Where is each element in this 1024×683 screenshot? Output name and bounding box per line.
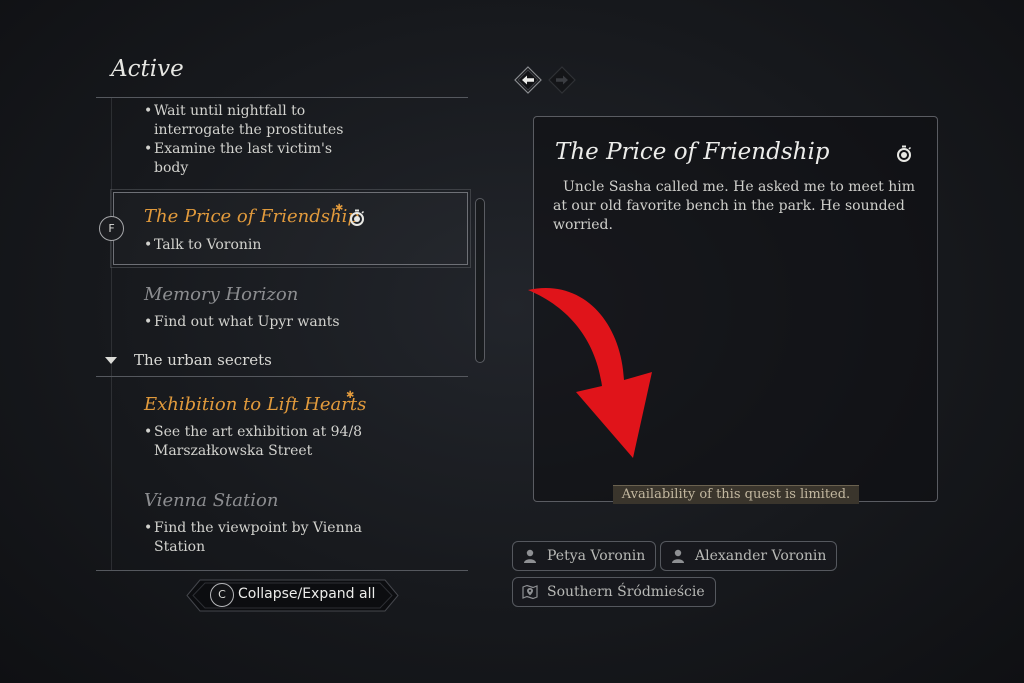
location-chip[interactable]: Southern Śródmieście — [512, 577, 716, 607]
objective-item: Wait until nightfall to interrogate the … — [144, 102, 364, 140]
red-curved-arrow-icon — [528, 287, 652, 458]
collapse-expand-label: Collapse/Expand all — [238, 586, 376, 602]
divider — [96, 376, 468, 377]
chip-label: Alexander Voronin — [695, 548, 827, 564]
track-key-hint: F — [99, 216, 124, 241]
collapse-key-hint: C — [210, 583, 234, 607]
category-header[interactable]: The urban secrets — [134, 351, 272, 369]
back-arrow-icon — [514, 66, 542, 94]
divider — [96, 97, 468, 98]
quest-title[interactable]: The Price of Friendship — [144, 206, 359, 227]
objective-item: Examine the last victim's body — [144, 140, 344, 178]
collapse-triangle-icon[interactable] — [105, 357, 117, 364]
map-pin-icon — [522, 584, 538, 600]
quest-title[interactable]: Memory Horizon — [144, 284, 298, 305]
collapse-expand-button[interactable]: C Collapse/Expand all — [186, 579, 399, 612]
character-chip-alexander[interactable]: Alexander Voronin — [660, 541, 838, 571]
chip-label: Southern Śródmieście — [547, 584, 705, 600]
person-icon — [524, 549, 536, 563]
divider — [111, 98, 112, 570]
timer-icon — [897, 145, 912, 162]
person-icon — [672, 549, 684, 563]
quest-list-title: Active — [111, 56, 184, 82]
forward-arrow-icon — [548, 66, 576, 94]
limited-availability-badge: Availability of this quest is limited. — [613, 485, 859, 504]
chip-label: Petya Voronin — [547, 548, 646, 564]
detail-title: The Price of Friendship — [555, 139, 830, 165]
nav-back-button[interactable] — [514, 66, 542, 94]
divider — [96, 570, 468, 571]
timer-icon — [350, 209, 365, 226]
new-quest-star-icon: ✱ — [335, 203, 344, 214]
scrollbar[interactable] — [475, 198, 485, 363]
objective-item: Find out what Upyr wants — [144, 313, 404, 332]
new-quest-star-icon: ✱ — [346, 390, 355, 401]
character-chip-petya[interactable]: Petya Voronin — [512, 541, 657, 571]
objective-item: Find the viewpoint by Vienna Station — [144, 519, 374, 557]
objective-item: Talk to Voronin — [144, 236, 364, 255]
quest-title[interactable]: Exhibition to Lift Hearts — [144, 394, 366, 415]
detail-description: Uncle Sasha called me. He asked me to me… — [553, 179, 915, 233]
quest-title[interactable]: Vienna Station — [144, 490, 278, 511]
nav-forward-button[interactable] — [548, 66, 576, 94]
objective-item: See the art exhibition at 94/8 Marszałko… — [144, 423, 374, 461]
